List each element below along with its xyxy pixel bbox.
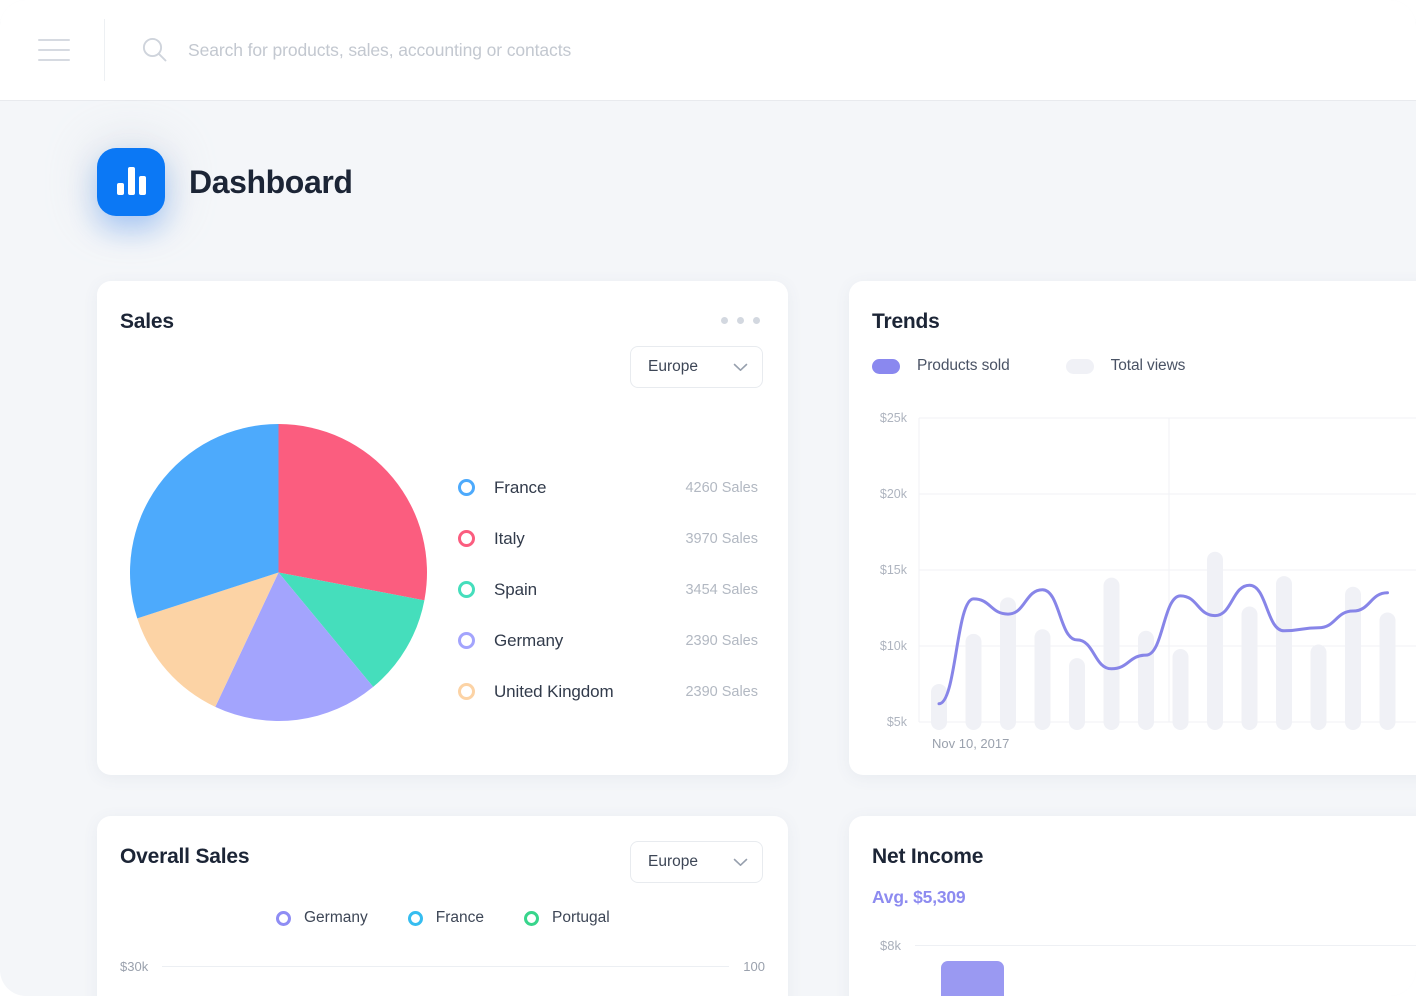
overall-region-value: Europe xyxy=(648,853,698,871)
legend-label: Spain xyxy=(494,580,537,600)
chevron-down-icon xyxy=(733,363,748,372)
legend-value: 4260 Sales xyxy=(685,480,758,496)
legend-label: United Kingdom xyxy=(494,682,614,702)
bar[interactable] xyxy=(1345,587,1361,730)
trends-card-title: Trends xyxy=(872,310,940,334)
legend-label: France xyxy=(436,909,484,927)
legend-label: Products sold xyxy=(917,357,1010,375)
legend-marker-france xyxy=(458,479,475,496)
legend-marker-products-sold xyxy=(872,359,900,374)
legend-value: 3970 Sales xyxy=(685,531,758,547)
overall-region-select[interactable]: Europe xyxy=(630,841,763,883)
bar[interactable] xyxy=(1311,644,1327,730)
bar[interactable] xyxy=(1242,606,1258,730)
more-horizontal-icon[interactable] xyxy=(721,317,760,324)
legend-value: 2390 Sales xyxy=(685,684,758,700)
sales-pie-chart xyxy=(130,424,427,721)
list-item[interactable]: France 4260 Sales xyxy=(458,462,758,513)
net-income-axis: $8k xyxy=(880,938,1416,953)
list-item[interactable]: France xyxy=(408,909,484,927)
legend-marker-total-views xyxy=(1066,359,1094,374)
legend-marker-spain xyxy=(458,581,475,598)
legend-label: Italy xyxy=(494,529,525,549)
bar[interactable] xyxy=(1207,552,1223,730)
legend-marker-portugal xyxy=(524,911,539,926)
legend-marker-germany xyxy=(276,911,291,926)
overall-sales-card-title: Overall Sales xyxy=(120,845,249,869)
bar-chart-icon xyxy=(97,148,165,216)
sales-legend: France 4260 Sales Italy 3970 Sales Spain… xyxy=(458,462,758,717)
list-item[interactable]: Spain 3454 Sales xyxy=(458,564,758,615)
bar[interactable] xyxy=(966,634,982,730)
overall-axis-left-label: $30k xyxy=(120,959,148,974)
bar[interactable] xyxy=(1000,597,1016,730)
overall-sales-axis: $30k 100 xyxy=(120,959,765,974)
legend-marker-italy xyxy=(458,530,475,547)
sales-region-select[interactable]: Europe xyxy=(630,346,763,388)
page-title: Dashboard xyxy=(189,164,353,201)
y-axis-tick: $25k xyxy=(880,411,908,425)
list-item[interactable]: Portugal xyxy=(524,909,610,927)
y-axis-tick: $5k xyxy=(887,715,908,729)
legend-label: Germany xyxy=(494,631,563,651)
bar[interactable] xyxy=(1173,649,1189,730)
trends-x-axis-label: Nov 10, 2017 xyxy=(932,736,1009,751)
search-bar[interactable] xyxy=(140,35,1416,65)
list-item[interactable]: Germany xyxy=(276,909,368,927)
sales-region-value: Europe xyxy=(648,358,698,376)
top-bar xyxy=(0,0,1416,100)
search-input[interactable] xyxy=(188,40,828,61)
list-item[interactable]: United Kingdom 2390 Sales xyxy=(458,666,758,717)
legend-marker-germany xyxy=(458,632,475,649)
list-item[interactable]: Italy 3970 Sales xyxy=(458,513,758,564)
legend-label: France xyxy=(494,478,546,498)
net-axis-gridline xyxy=(915,945,1416,946)
net-axis-left-label: $8k xyxy=(880,938,901,953)
bar[interactable] xyxy=(931,684,947,730)
toolbar-divider xyxy=(104,19,105,81)
y-axis-tick: $10k xyxy=(880,639,908,653)
search-icon xyxy=(140,35,170,65)
dashboard-page: Dashboard Sales Europe France 4260 Sales… xyxy=(0,0,1416,996)
chevron-down-icon xyxy=(733,858,748,867)
bar[interactable] xyxy=(1138,631,1154,730)
trends-legend: Products sold Total views xyxy=(872,357,1185,375)
bar[interactable] xyxy=(1276,576,1292,730)
legend-marker-france xyxy=(408,911,423,926)
pie-slice-italy[interactable] xyxy=(279,424,428,600)
trends-chart: $25k $20k $15k $10k $5k Nov 10, 2017 xyxy=(849,400,1416,760)
legend-value: 2390 Sales xyxy=(685,633,758,649)
net-income-average: Avg. $5,309 xyxy=(872,887,965,908)
hamburger-icon[interactable] xyxy=(38,39,70,61)
legend-label: Total views xyxy=(1111,357,1186,375)
y-axis-tick: $20k xyxy=(880,487,908,501)
legend-value: 3454 Sales xyxy=(685,582,758,598)
y-axis-tick: $15k xyxy=(880,563,908,577)
overall-axis-right-label: 100 xyxy=(743,959,765,974)
legend-label: Portugal xyxy=(552,909,610,927)
legend-marker-united-kingdom xyxy=(458,683,475,700)
overall-axis-gridline xyxy=(162,966,729,967)
bar[interactable] xyxy=(1069,658,1085,730)
page-header: Dashboard xyxy=(97,148,353,216)
net-income-card-title: Net Income xyxy=(872,845,983,869)
overall-sales-legend: Germany France Portugal xyxy=(276,909,650,927)
bar[interactable] xyxy=(1035,629,1051,730)
sales-card-title: Sales xyxy=(120,310,174,334)
list-item[interactable]: Germany 2390 Sales xyxy=(458,615,758,666)
legend-label: Germany xyxy=(304,909,368,927)
bar[interactable] xyxy=(1380,613,1396,730)
net-income-bar xyxy=(941,961,1004,996)
bar[interactable] xyxy=(1104,578,1120,730)
